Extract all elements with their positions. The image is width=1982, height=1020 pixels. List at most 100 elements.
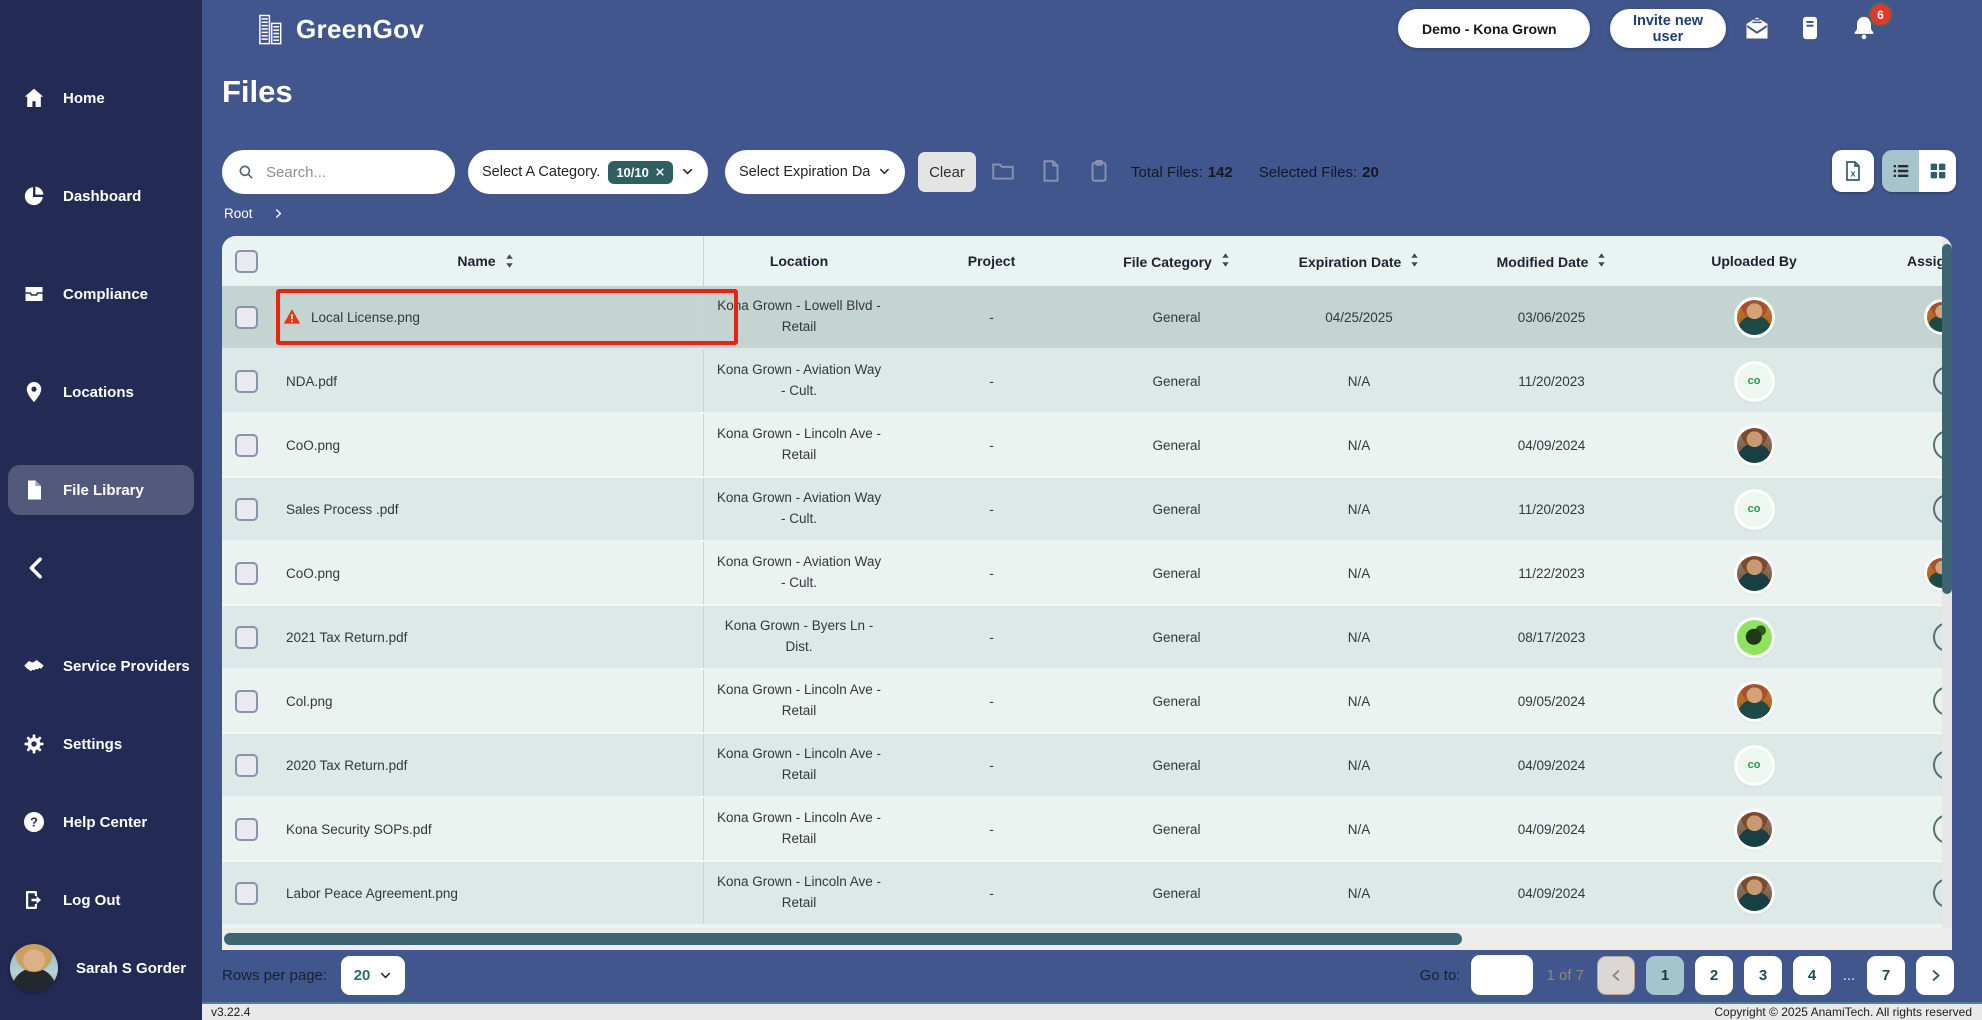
file-expiration: N/A bbox=[1347, 437, 1371, 453]
pagination-bar: Rows per page: 20 Go to: 1 of 7 1 2 3 4... 7 bbox=[222, 952, 1954, 998]
table-row[interactable]: Kona Security SOPs.pdf Kona Grown - Linco… bbox=[222, 798, 1952, 862]
table-row[interactable]: CoO.png Kona Grown - Aviation Way - Cult.… bbox=[222, 542, 1952, 606]
app-window: Home Dashboard Compliance Locations File Lib… bbox=[0, 0, 1982, 1020]
grid-view-button[interactable] bbox=[1919, 150, 1956, 192]
breadcrumb-root[interactable]: Root bbox=[224, 206, 253, 221]
row-checkbox[interactable] bbox=[235, 817, 258, 841]
file-category: General bbox=[1152, 885, 1201, 901]
uploader-avatar: co bbox=[1736, 491, 1772, 527]
column-header-name[interactable]: Name bbox=[268, 236, 704, 286]
mail-icon[interactable] bbox=[1743, 14, 1771, 42]
clear-filters-button[interactable]: Clear bbox=[918, 152, 976, 192]
file-name: 2021 Tax Return.pdf bbox=[286, 629, 408, 645]
sidebar-item-log-out[interactable]: Log Out bbox=[8, 875, 194, 925]
table-row[interactable]: CoO.png Kona Grown - Lincoln Ave - Retail… bbox=[222, 414, 1952, 478]
sidebar-item-settings[interactable]: Settings bbox=[8, 719, 194, 769]
page-button-4[interactable]: 4 bbox=[1793, 955, 1831, 995]
list-view-button[interactable] bbox=[1882, 150, 1919, 192]
horizontal-scrollbar[interactable] bbox=[222, 928, 1952, 950]
row-checkbox[interactable] bbox=[235, 689, 258, 713]
user-profile[interactable]: Sarah S Gorder bbox=[8, 944, 186, 992]
clipboard-icon[interactable] bbox=[1086, 158, 1112, 184]
sidebar-item-dashboard[interactable]: Dashboard bbox=[8, 171, 194, 221]
search-input[interactable] bbox=[264, 162, 428, 182]
close-icon[interactable] bbox=[1565, 22, 1567, 36]
search-icon bbox=[237, 163, 255, 181]
goto-page-input[interactable] bbox=[1471, 955, 1534, 995]
sort-icon[interactable] bbox=[1221, 252, 1230, 267]
table-row[interactable]: Sales Process .pdf Kona Grown - Aviation … bbox=[222, 478, 1952, 542]
table-row[interactable]: 2021 Tax Return.pdf Kona Grown - Byers Ln… bbox=[222, 606, 1952, 670]
table-header-row: Name Location Project File Category Expirati… bbox=[222, 236, 1952, 286]
table-row[interactable]: Labor Peace Agreement.png Kona Grown - Li… bbox=[222, 862, 1952, 926]
file-location: Kona Grown - Lincoln Ave - Retail bbox=[716, 874, 882, 910]
uploader-avatar bbox=[1736, 811, 1772, 847]
sort-icon[interactable] bbox=[505, 254, 514, 268]
page-button-2[interactable]: 2 bbox=[1695, 955, 1733, 995]
goto-label: Go to: bbox=[1419, 966, 1461, 984]
category-filter[interactable]: Select A Category... 10/10 bbox=[468, 150, 708, 194]
file-expiration: N/A bbox=[1347, 373, 1371, 389]
chevron-left-icon bbox=[1611, 969, 1619, 981]
sidebar-item-locations[interactable]: Locations bbox=[8, 367, 194, 417]
vertical-scrollbar-thumb[interactable] bbox=[1942, 244, 1952, 594]
chevron-down-icon[interactable] bbox=[1575, 22, 1576, 36]
main-area: GreenGov Demo - Kona Grown Invite new us… bbox=[202, 0, 1982, 1020]
file-modified: 09/05/2024 bbox=[1517, 693, 1586, 709]
page-button-7[interactable]: 7 bbox=[1867, 955, 1905, 995]
table-row[interactable]: 2020 Tax Return.pdf Kona Grown - Lincoln … bbox=[222, 734, 1952, 798]
export-excel-button[interactable]: x bbox=[1832, 150, 1874, 192]
select-all-checkbox[interactable] bbox=[235, 249, 258, 273]
row-checkbox[interactable] bbox=[235, 433, 258, 457]
column-header-expiration-date[interactable]: Expiration Date bbox=[1264, 252, 1454, 270]
locations-icon bbox=[22, 380, 46, 404]
table-row[interactable]: NDA.pdf Kona Grown - Aviation Way - Cult.… bbox=[222, 350, 1952, 414]
invite-new-user-button[interactable]: Invite new user bbox=[1610, 9, 1726, 48]
row-checkbox[interactable] bbox=[235, 881, 258, 905]
expiration-filter[interactable]: Select Expiration Date bbox=[725, 150, 905, 194]
file-modified: 04/09/2024 bbox=[1517, 437, 1586, 453]
files-table: Name Location Project File Category Expirati… bbox=[222, 236, 1952, 950]
vertical-scrollbar[interactable] bbox=[1942, 236, 1952, 928]
file-library-icon bbox=[22, 478, 46, 502]
rows-per-page-select[interactable]: 20 bbox=[341, 955, 406, 995]
row-checkbox[interactable] bbox=[235, 369, 258, 393]
file-name: Sales Process .pdf bbox=[286, 501, 399, 517]
next-page-button[interactable] bbox=[1916, 955, 1954, 995]
folder-icon[interactable] bbox=[990, 158, 1016, 184]
sidebar-item-file-library[interactable]: File Library bbox=[8, 465, 194, 515]
sidebar-item-compliance[interactable]: Compliance bbox=[8, 269, 194, 319]
row-checkbox[interactable] bbox=[235, 753, 258, 777]
category-filter-badge[interactable]: 10/10 bbox=[608, 160, 673, 184]
svg-text:?: ? bbox=[30, 815, 38, 830]
selected-files-value: 20 bbox=[1362, 163, 1379, 181]
search-box bbox=[222, 150, 455, 194]
table-row[interactable]: Local License.png Kona Grown - Lowell Blv… bbox=[222, 286, 1952, 350]
document-icon[interactable] bbox=[1796, 14, 1824, 42]
uploader-avatar: co bbox=[1736, 363, 1772, 399]
settings-icon bbox=[22, 732, 46, 756]
row-checkbox[interactable] bbox=[235, 561, 258, 585]
sidebar-item-help-center[interactable]: ? Help Center bbox=[8, 797, 194, 847]
column-header-file-category[interactable]: File Category bbox=[1089, 252, 1264, 270]
org-selector[interactable]: Demo - Kona Grown bbox=[1398, 9, 1590, 48]
row-checkbox[interactable] bbox=[235, 497, 258, 521]
breadcrumb: Root bbox=[224, 206, 284, 221]
row-checkbox[interactable] bbox=[235, 305, 258, 329]
sidebar-item-home[interactable]: Home bbox=[8, 73, 194, 123]
column-header-modified-date[interactable]: Modified Date bbox=[1454, 252, 1649, 270]
collapse-sidebar-button[interactable] bbox=[22, 553, 52, 583]
file-modified: 11/20/2023 bbox=[1518, 501, 1585, 517]
row-checkbox[interactable] bbox=[235, 625, 258, 649]
file-name: Labor Peace Agreement.png bbox=[286, 885, 458, 901]
sidebar-item-service-providers[interactable]: Service Providers bbox=[8, 641, 194, 691]
previous-page-button[interactable] bbox=[1597, 955, 1635, 995]
file-icon[interactable] bbox=[1038, 158, 1064, 184]
page-button-3[interactable]: 3 bbox=[1744, 955, 1782, 995]
footer: v3.22.4 Copyright © 2025 AnamiTech. All … bbox=[202, 1002, 1982, 1020]
sort-icon[interactable] bbox=[1410, 252, 1419, 267]
table-row[interactable]: Col.png Kona Grown - Lincoln Ave - Retail… bbox=[222, 670, 1952, 734]
horizontal-scrollbar-thumb[interactable] bbox=[224, 933, 1462, 945]
sort-icon[interactable] bbox=[1597, 252, 1606, 267]
page-button-1[interactable]: 1 bbox=[1646, 955, 1684, 995]
